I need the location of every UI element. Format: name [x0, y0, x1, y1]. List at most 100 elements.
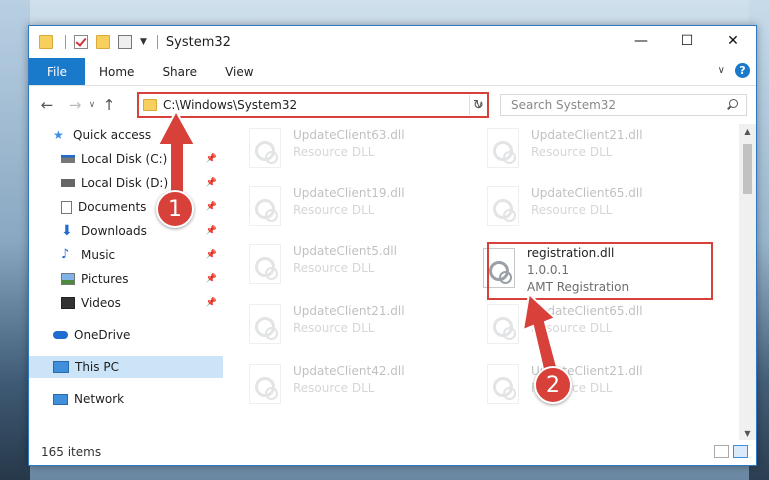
dll-file-icon	[249, 364, 281, 404]
dll-file-icon	[249, 128, 281, 168]
download-icon: ⬇	[61, 223, 73, 239]
list-item[interactable]: UpdateClient63.dll Resource DLL	[225, 126, 445, 172]
search-placeholder[interactable]: Search System32	[511, 98, 726, 112]
customize-toolbar-chevron-down-icon[interactable]: ▼	[140, 37, 147, 47]
forward-button[interactable]: →	[65, 96, 85, 114]
star-icon: ★	[53, 128, 64, 142]
up-button[interactable]: ↑	[99, 96, 119, 114]
quick-access-toolbar-icon[interactable]	[118, 35, 132, 49]
file-name: UpdateClient65.dll	[531, 186, 643, 200]
minimize-button[interactable]: —	[618, 26, 664, 56]
explorer-window: ▼ System32 — ☐ ✕ File Home Share View ∨ …	[28, 25, 757, 466]
file-name: UpdateClient5.dll	[293, 244, 397, 258]
expand-ribbon-chevron-icon[interactable]: ∨	[718, 65, 725, 76]
list-item[interactable]: UpdateClient5.dll Resource DLL	[225, 242, 445, 288]
tab-view[interactable]: View	[211, 58, 267, 85]
tab-share[interactable]: Share	[148, 58, 211, 85]
sidebar-item-label: Quick access	[73, 128, 152, 142]
sidebar-item-network[interactable]: Network	[29, 388, 223, 410]
file-name: UpdateClient63.dll	[293, 128, 405, 142]
scrollbar-thumb[interactable]	[743, 144, 752, 194]
ribbon-right-controls: ∨ ?	[718, 63, 750, 78]
close-button[interactable]: ✕	[710, 26, 756, 56]
cloud-icon	[53, 331, 68, 339]
list-item[interactable]: UpdateClient21.dll Resource DLL	[463, 126, 683, 172]
large-icons-view-icon[interactable]	[733, 445, 748, 458]
recent-locations-chevron-down-icon[interactable]: ∨	[85, 100, 99, 110]
dll-file-icon	[249, 304, 281, 344]
sidebar-item-label: This PC	[75, 360, 119, 374]
file-description: Resource DLL	[293, 321, 375, 335]
file-description: Resource DLL	[531, 145, 613, 159]
folder-icon[interactable]	[39, 35, 53, 49]
sidebar-item-pictures[interactable]: Pictures 📌	[29, 268, 223, 290]
dll-file-icon	[249, 186, 281, 226]
scroll-down-arrow-icon[interactable]: ▼	[739, 426, 756, 440]
divider	[156, 35, 158, 49]
title-bar: ▼ System32 — ☐ ✕	[29, 26, 756, 58]
navigation-bar: ← → ∨ ↑ C:\Windows\System32 ∨ ↻ Search S…	[29, 86, 756, 124]
status-bar: 165 items	[29, 439, 756, 465]
file-description: Resource DLL	[293, 203, 375, 217]
sidebar-item-music[interactable]: ♪ Music 📌	[29, 244, 223, 266]
scroll-up-arrow-icon[interactable]: ▲	[739, 124, 756, 138]
step-badge-1: 1	[156, 190, 194, 228]
sidebar-item-this-pc[interactable]: This PC	[29, 356, 223, 378]
documents-icon	[61, 200, 72, 214]
sidebar-item-onedrive[interactable]: OneDrive	[29, 324, 223, 346]
list-item[interactable]: UpdateClient19.dll Resource DLL	[225, 184, 445, 230]
refresh-button[interactable]: ↻	[469, 95, 487, 115]
file-name: UpdateClient19.dll	[293, 186, 405, 200]
divider	[65, 35, 66, 49]
videos-icon	[61, 297, 75, 309]
sidebar-item-label: Documents	[78, 200, 147, 214]
sidebar-item-label: Pictures	[81, 272, 129, 286]
details-view-icon[interactable]	[714, 445, 729, 458]
item-count: 165 items	[41, 445, 102, 459]
window-controls: — ☐ ✕	[618, 26, 756, 56]
list-item[interactable]: UpdateClient65.dll Resource DLL	[463, 184, 683, 230]
sidebar-item-label: Music	[81, 248, 116, 262]
vertical-scrollbar[interactable]: ▲ ▼	[739, 124, 756, 440]
search-icon	[726, 99, 738, 111]
tab-file[interactable]: File	[29, 58, 85, 85]
pin-icon[interactable]: 📌	[206, 250, 217, 260]
ribbon-tabs: File Home Share View ∨ ?	[29, 58, 756, 86]
file-description: Resource DLL	[293, 145, 375, 159]
sidebar-item-label: OneDrive	[74, 328, 131, 342]
sidebar-item-label: Videos	[81, 296, 121, 310]
drive-icon	[61, 179, 75, 187]
drive-icon	[61, 155, 75, 163]
list-item[interactable]: UpdateClient42.dll Resource DLL	[225, 362, 445, 408]
dll-file-icon	[487, 128, 519, 168]
file-name: UpdateClient42.dll	[293, 364, 405, 378]
new-folder-icon[interactable]	[96, 35, 110, 49]
computer-icon	[53, 361, 69, 373]
desktop-background-left	[0, 0, 30, 480]
back-button[interactable]: ←	[37, 96, 57, 114]
window-title: System32	[165, 34, 231, 50]
network-icon	[53, 393, 68, 405]
pictures-icon	[61, 273, 75, 285]
file-description: Resource DLL	[293, 261, 375, 275]
step-badge-2: 2	[534, 366, 572, 404]
sidebar-item-videos[interactable]: Videos 📌	[29, 292, 223, 314]
dll-file-icon	[487, 186, 519, 226]
sidebar-item-label: Network	[74, 392, 125, 406]
pin-icon[interactable]: 📌	[206, 298, 217, 308]
file-list: UpdateClient63.dll Resource DLL UpdateCl…	[225, 124, 741, 440]
file-description: Resource DLL	[531, 203, 613, 217]
file-name: UpdateClient21.dll	[531, 128, 643, 142]
music-icon: ♪	[61, 247, 70, 262]
search-input[interactable]: Search System32	[500, 94, 747, 116]
dll-file-icon	[249, 244, 281, 284]
sidebar-item-label: Downloads	[81, 224, 147, 238]
maximize-button[interactable]: ☐	[664, 26, 710, 56]
list-item[interactable]: UpdateClient21.dll Resource DLL	[225, 302, 445, 348]
file-description: Resource DLL	[293, 381, 375, 395]
tab-home[interactable]: Home	[85, 58, 148, 85]
properties-check-icon[interactable]	[74, 35, 88, 49]
file-name: UpdateClient21.dll	[293, 304, 405, 318]
help-icon[interactable]: ?	[735, 63, 750, 78]
pin-icon[interactable]: 📌	[206, 274, 217, 284]
